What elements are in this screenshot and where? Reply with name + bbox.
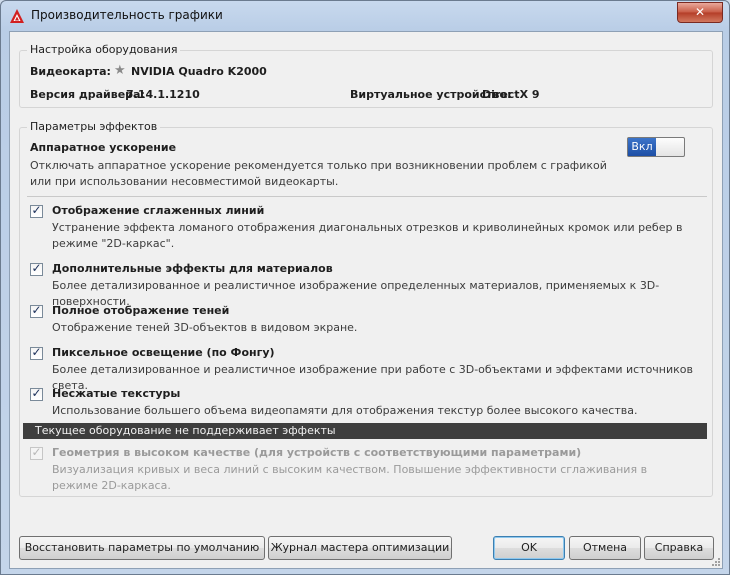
material-effects-title: Дополнительные эффекты для материалов (52, 262, 333, 275)
window-title: Производительность графики (31, 8, 223, 22)
uncompressed-textures-checkbox[interactable]: ✓ (30, 386, 43, 401)
star-icon: ★ (114, 63, 126, 78)
check-mark-icon: ✓ (31, 261, 42, 275)
check-mark-icon: ✓ (31, 445, 42, 459)
per-pixel-lighting-title: Пиксельное освещение (по Фонгу) (52, 346, 275, 359)
optimization-wizard-log-button[interactable]: Журнал мастера оптимизации (268, 536, 452, 560)
full-shadows-description: Отображение теней 3D-объектов в видовом … (52, 321, 358, 334)
resize-grip-icon[interactable] (710, 556, 720, 566)
check-mark-icon: ✓ (31, 345, 42, 359)
antialiased-lines-title: Отображение сглаженных линий (52, 204, 265, 217)
hardware-acceleration-description: Отключать аппаратное ускорение рекоменду… (30, 159, 607, 188)
hardware-acceleration-title: Аппаратное ускорение (30, 141, 177, 154)
per-pixel-lighting-checkbox[interactable]: ✓ (30, 345, 43, 360)
full-shadows-checkbox[interactable]: ✓ (30, 303, 43, 318)
high-quality-geometry-title: Геометрия в высоком качестве (для устрой… (52, 446, 582, 459)
check-mark-icon: ✓ (31, 386, 42, 400)
video-card-label: Видеокарта: (30, 65, 111, 78)
autocad-logo-icon (10, 9, 24, 23)
ok-button[interactable]: OK (493, 536, 565, 560)
check-mark-icon: ✓ (31, 203, 42, 217)
high-quality-geometry-description: Визуализация кривых и веса линий с высок… (52, 463, 648, 492)
unsupported-effects-warning: Текущее оборудование не поддерживает эфф… (23, 423, 707, 439)
toggle-on-label: Вкл (628, 138, 656, 156)
dialog-body: Настройка оборудования Видеокарта: ★ NVI… (9, 31, 723, 569)
video-card-value: NVIDIA Quadro K2000 (131, 65, 267, 78)
uncompressed-textures-description: Использование большего объема видеопамят… (52, 404, 638, 417)
close-button[interactable]: ✕ (677, 2, 723, 23)
restore-defaults-button[interactable]: Восстановить параметры по умолчанию (19, 536, 265, 560)
virtual-device-value: DirectX 9 (482, 88, 540, 101)
driver-version-value: 7.14.1.1210 (126, 88, 200, 101)
title-bar[interactable]: Производительность графики ✕ (1, 1, 729, 31)
hardware-group-legend: Настройка оборудования (27, 43, 181, 56)
dialog-window: Производительность графики ✕ Настройка о… (0, 0, 730, 575)
hardware-acceleration-toggle[interactable]: Вкл (627, 137, 685, 157)
antialiased-lines-checkbox[interactable]: ✓ (30, 203, 43, 218)
high-quality-geometry-checkbox[interactable]: ✓ (30, 445, 43, 460)
effects-group-legend: Параметры эффектов (27, 120, 161, 133)
material-effects-checkbox[interactable]: ✓ (30, 261, 43, 276)
warning-text: Текущее оборудование не поддерживает эфф… (35, 424, 336, 437)
cancel-button[interactable]: Отмена (569, 536, 641, 560)
check-mark-icon: ✓ (31, 303, 42, 317)
full-shadows-title: Полное отображение теней (52, 304, 230, 317)
divider (27, 196, 707, 197)
uncompressed-textures-title: Несжатые текстуры (52, 387, 181, 400)
antialiased-lines-description: Устранение эффекта ломаного отображения … (52, 221, 683, 250)
help-button[interactable]: Справка (644, 536, 714, 560)
